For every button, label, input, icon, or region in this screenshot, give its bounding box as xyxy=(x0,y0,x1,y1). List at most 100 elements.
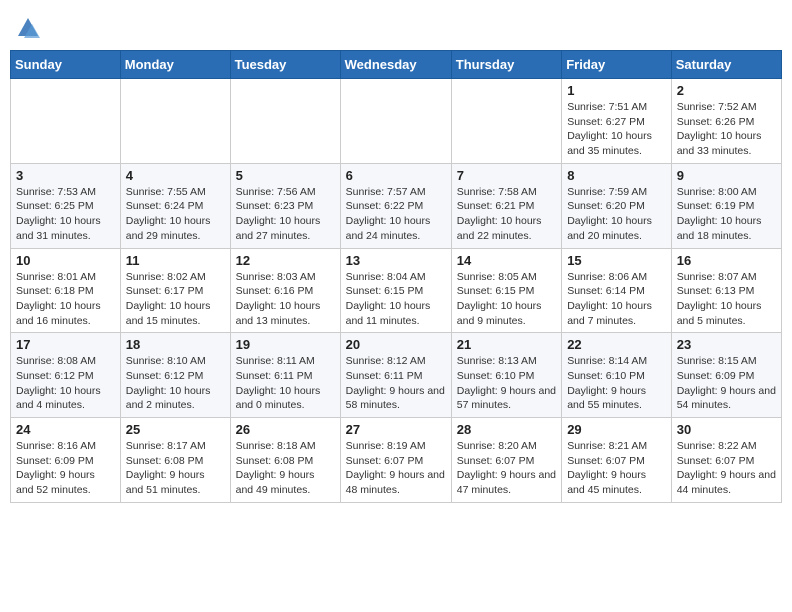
day-number: 4 xyxy=(126,168,225,183)
day-number: 22 xyxy=(567,337,666,352)
day-info: Sunrise: 8:19 AM Sunset: 6:07 PM Dayligh… xyxy=(346,439,446,498)
calendar-cell: 22Sunrise: 8:14 AM Sunset: 6:10 PM Dayli… xyxy=(562,333,672,418)
header-saturday: Saturday xyxy=(671,51,781,79)
calendar-cell: 19 Sunrise: 8:11 AM Sunset: 6:11 PM Dayli… xyxy=(230,333,340,418)
calendar-cell: 25 Sunrise: 8:17 AM Sunset: 6:08 PM Dayli… xyxy=(120,418,230,503)
calendar-cell: 30 Sunrise: 8:22 AM Sunset: 6:07 PM Dayli… xyxy=(671,418,781,503)
calendar-week-row: 10 Sunrise: 8:01 AM Sunset: 6:18 PM Dayli… xyxy=(11,248,782,333)
calendar-cell xyxy=(340,79,451,164)
day-info: Sunrise: 7:59 AM Sunset: 6:20 PM Dayligh… xyxy=(567,185,666,244)
header-friday: Friday xyxy=(562,51,672,79)
calendar-header-row: SundayMondayTuesdayWednesdayThursdayFrid… xyxy=(11,51,782,79)
day-info: Sunrise: 7:58 AM Sunset: 6:21 PM Dayligh… xyxy=(457,185,556,244)
day-number: 2 xyxy=(677,83,776,98)
calendar-cell: 28 Sunrise: 8:20 AM Sunset: 6:07 PM Dayli… xyxy=(451,418,561,503)
day-number: 27 xyxy=(346,422,446,437)
day-info: Sunrise: 8:04 AM Sunset: 6:15 PM Dayligh… xyxy=(346,270,446,329)
day-number: 21 xyxy=(457,337,556,352)
day-info: Sunrise: 8:21 AM Sunset: 6:07 PM Dayligh… xyxy=(567,439,666,498)
calendar-cell: 26Sunrise: 8:18 AM Sunset: 6:08 PM Dayli… xyxy=(230,418,340,503)
calendar-cell: 5 Sunrise: 7:56 AM Sunset: 6:23 PM Daylig… xyxy=(230,163,340,248)
calendar-cell: 7 Sunrise: 7:58 AM Sunset: 6:21 PM Daylig… xyxy=(451,163,561,248)
day-number: 14 xyxy=(457,253,556,268)
calendar-week-row: 3 Sunrise: 7:53 AM Sunset: 6:25 PM Daylig… xyxy=(11,163,782,248)
day-info: Sunrise: 8:05 AM Sunset: 6:15 PM Dayligh… xyxy=(457,270,556,329)
calendar-week-row: 17 Sunrise: 8:08 AM Sunset: 6:12 PM Dayli… xyxy=(11,333,782,418)
day-info: Sunrise: 7:56 AM Sunset: 6:23 PM Dayligh… xyxy=(236,185,335,244)
calendar-cell: 3 Sunrise: 7:53 AM Sunset: 6:25 PM Daylig… xyxy=(11,163,121,248)
day-number: 1 xyxy=(567,83,666,98)
logo-icon xyxy=(14,14,42,42)
day-number: 24 xyxy=(16,422,115,437)
calendar-cell: 8 Sunrise: 7:59 AM Sunset: 6:20 PM Daylig… xyxy=(562,163,672,248)
calendar-cell: 4Sunrise: 7:55 AM Sunset: 6:24 PM Daylig… xyxy=(120,163,230,248)
day-number: 6 xyxy=(346,168,446,183)
day-info: Sunrise: 8:08 AM Sunset: 6:12 PM Dayligh… xyxy=(16,354,115,413)
day-number: 28 xyxy=(457,422,556,437)
calendar-cell xyxy=(120,79,230,164)
day-info: Sunrise: 8:03 AM Sunset: 6:16 PM Dayligh… xyxy=(236,270,335,329)
calendar-cell: 17 Sunrise: 8:08 AM Sunset: 6:12 PM Dayli… xyxy=(11,333,121,418)
day-number: 29 xyxy=(567,422,666,437)
day-info: Sunrise: 8:10 AM Sunset: 6:12 PM Dayligh… xyxy=(126,354,225,413)
day-number: 19 xyxy=(236,337,335,352)
calendar-cell: 9 Sunrise: 8:00 AM Sunset: 6:19 PM Daylig… xyxy=(671,163,781,248)
day-number: 15 xyxy=(567,253,666,268)
calendar-cell: 11 Sunrise: 8:02 AM Sunset: 6:17 PM Dayli… xyxy=(120,248,230,333)
day-info: Sunrise: 8:00 AM Sunset: 6:19 PM Dayligh… xyxy=(677,185,776,244)
day-info: Sunrise: 7:57 AM Sunset: 6:22 PM Dayligh… xyxy=(346,185,446,244)
day-number: 30 xyxy=(677,422,776,437)
day-number: 9 xyxy=(677,168,776,183)
calendar-cell: 20 Sunrise: 8:12 AM Sunset: 6:11 PM Dayli… xyxy=(340,333,451,418)
day-number: 7 xyxy=(457,168,556,183)
calendar-cell: 6 Sunrise: 7:57 AM Sunset: 6:22 PM Daylig… xyxy=(340,163,451,248)
day-number: 11 xyxy=(126,253,225,268)
day-number: 3 xyxy=(16,168,115,183)
calendar-cell xyxy=(230,79,340,164)
calendar-cell xyxy=(451,79,561,164)
calendar-cell: 15 Sunrise: 8:06 AM Sunset: 6:14 PM Dayli… xyxy=(562,248,672,333)
day-number: 13 xyxy=(346,253,446,268)
day-info: Sunrise: 7:52 AM Sunset: 6:26 PM Dayligh… xyxy=(677,100,776,159)
page-header xyxy=(10,10,782,42)
day-info: Sunrise: 8:11 AM Sunset: 6:11 PM Dayligh… xyxy=(236,354,335,413)
calendar-cell: 12Sunrise: 8:03 AM Sunset: 6:16 PM Dayli… xyxy=(230,248,340,333)
day-number: 10 xyxy=(16,253,115,268)
day-info: Sunrise: 8:20 AM Sunset: 6:07 PM Dayligh… xyxy=(457,439,556,498)
day-number: 18 xyxy=(126,337,225,352)
header-thursday: Thursday xyxy=(451,51,561,79)
day-info: Sunrise: 8:16 AM Sunset: 6:09 PM Dayligh… xyxy=(16,439,115,498)
day-number: 8 xyxy=(567,168,666,183)
day-number: 5 xyxy=(236,168,335,183)
day-info: Sunrise: 8:07 AM Sunset: 6:13 PM Dayligh… xyxy=(677,270,776,329)
day-info: Sunrise: 8:17 AM Sunset: 6:08 PM Dayligh… xyxy=(126,439,225,498)
header-monday: Monday xyxy=(120,51,230,79)
calendar-cell: 29 Sunrise: 8:21 AM Sunset: 6:07 PM Dayli… xyxy=(562,418,672,503)
day-info: Sunrise: 7:53 AM Sunset: 6:25 PM Dayligh… xyxy=(16,185,115,244)
calendar-cell: 21Sunrise: 8:13 AM Sunset: 6:10 PM Dayli… xyxy=(451,333,561,418)
calendar-cell: 16 Sunrise: 8:07 AM Sunset: 6:13 PM Dayli… xyxy=(671,248,781,333)
calendar-cell: 14 Sunrise: 8:05 AM Sunset: 6:15 PM Dayli… xyxy=(451,248,561,333)
day-info: Sunrise: 7:51 AM Sunset: 6:27 PM Dayligh… xyxy=(567,100,666,159)
day-number: 23 xyxy=(677,337,776,352)
day-number: 20 xyxy=(346,337,446,352)
day-number: 25 xyxy=(126,422,225,437)
day-number: 16 xyxy=(677,253,776,268)
logo xyxy=(14,14,44,42)
day-info: Sunrise: 8:06 AM Sunset: 6:14 PM Dayligh… xyxy=(567,270,666,329)
calendar-week-row: 24 Sunrise: 8:16 AM Sunset: 6:09 PM Dayli… xyxy=(11,418,782,503)
calendar-table: SundayMondayTuesdayWednesdayThursdayFrid… xyxy=(10,50,782,503)
day-number: 17 xyxy=(16,337,115,352)
calendar-week-row: 1 Sunrise: 7:51 AM Sunset: 6:27 PM Daylig… xyxy=(11,79,782,164)
day-info: Sunrise: 8:12 AM Sunset: 6:11 PM Dayligh… xyxy=(346,354,446,413)
calendar-cell: 18 Sunrise: 8:10 AM Sunset: 6:12 PM Dayli… xyxy=(120,333,230,418)
calendar-cell: 13 Sunrise: 8:04 AM Sunset: 6:15 PM Dayli… xyxy=(340,248,451,333)
calendar-cell: 10 Sunrise: 8:01 AM Sunset: 6:18 PM Dayli… xyxy=(11,248,121,333)
calendar-cell xyxy=(11,79,121,164)
day-info: Sunrise: 8:22 AM Sunset: 6:07 PM Dayligh… xyxy=(677,439,776,498)
header-wednesday: Wednesday xyxy=(340,51,451,79)
day-info: Sunrise: 8:01 AM Sunset: 6:18 PM Dayligh… xyxy=(16,270,115,329)
calendar-cell: 24 Sunrise: 8:16 AM Sunset: 6:09 PM Dayli… xyxy=(11,418,121,503)
day-info: Sunrise: 8:02 AM Sunset: 6:17 PM Dayligh… xyxy=(126,270,225,329)
day-info: Sunrise: 8:18 AM Sunset: 6:08 PM Dayligh… xyxy=(236,439,335,498)
